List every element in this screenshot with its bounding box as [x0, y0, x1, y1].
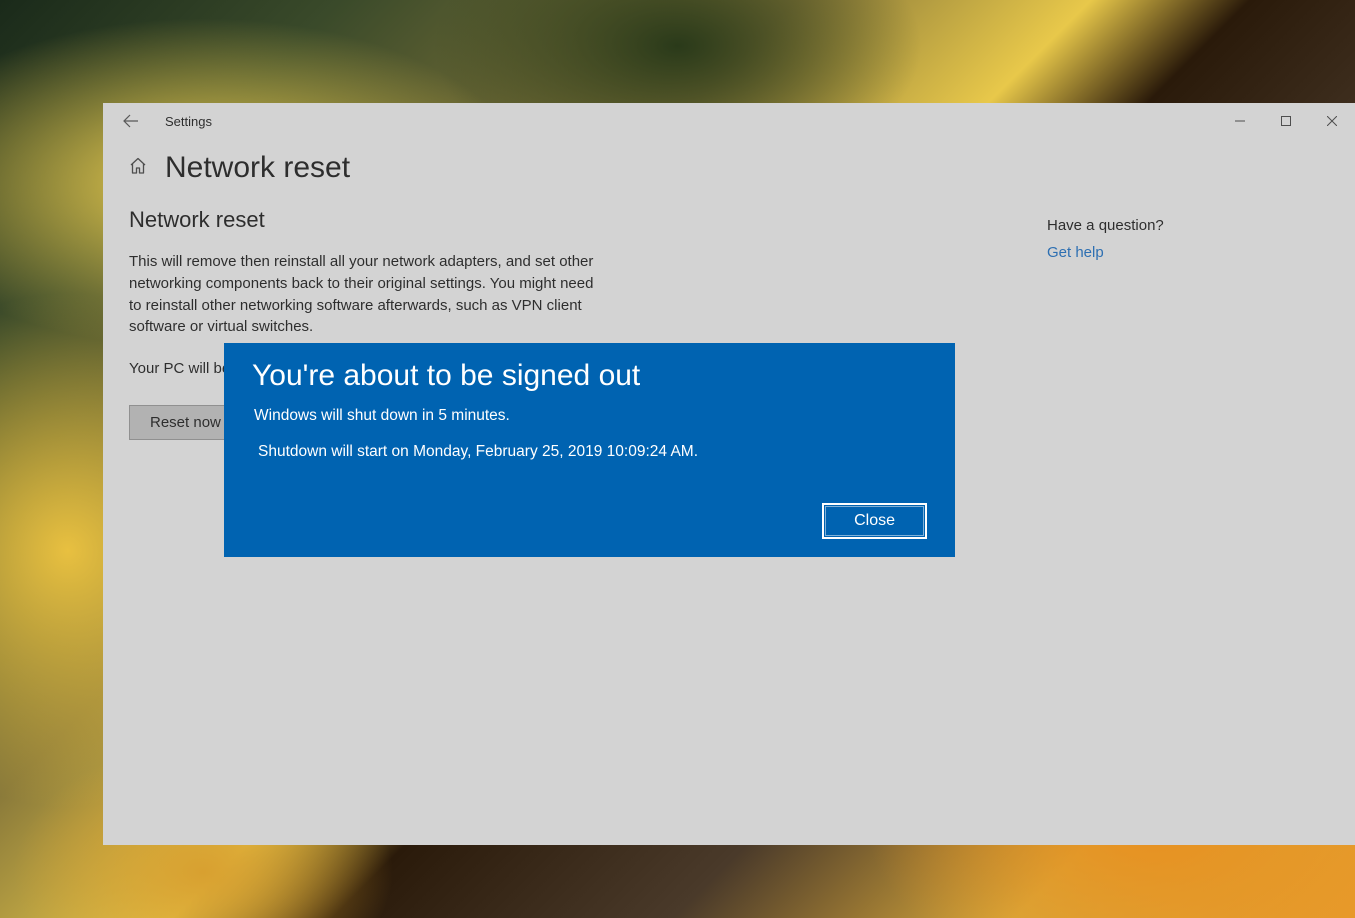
window-title: Settings: [165, 114, 212, 129]
home-icon: [129, 157, 147, 175]
titlebar: Settings: [103, 103, 1355, 139]
maximize-button[interactable]: [1263, 103, 1309, 139]
minimize-button[interactable]: [1217, 103, 1263, 139]
get-help-link[interactable]: Get help: [1047, 244, 1164, 261]
dialog-message-1: Windows will shut down in 5 minutes.: [254, 407, 927, 425]
maximize-icon: [1281, 116, 1291, 126]
minimize-icon: [1235, 116, 1245, 126]
dialog-title: You're about to be signed out: [252, 359, 927, 393]
dialog-actions: Close: [252, 503, 927, 539]
back-arrow-icon: [123, 113, 139, 129]
help-pane: Have a question? Get help: [1047, 217, 1164, 261]
page-header: Network reset: [129, 151, 729, 185]
help-heading: Have a question?: [1047, 217, 1164, 234]
page-title: Network reset: [165, 151, 350, 185]
section-heading: Network reset: [129, 207, 729, 233]
dialog-close-button[interactable]: Close: [822, 503, 927, 539]
signout-dialog: You're about to be signed out Windows wi…: [224, 343, 955, 557]
close-window-button[interactable]: [1309, 103, 1355, 139]
close-icon: [1327, 116, 1337, 126]
home-button[interactable]: [129, 157, 147, 180]
dialog-message-2: Shutdown will start on Monday, February …: [258, 443, 927, 461]
back-button[interactable]: [113, 103, 149, 139]
section-description: This will remove then reinstall all your…: [129, 251, 609, 338]
window-controls: [1217, 103, 1355, 139]
